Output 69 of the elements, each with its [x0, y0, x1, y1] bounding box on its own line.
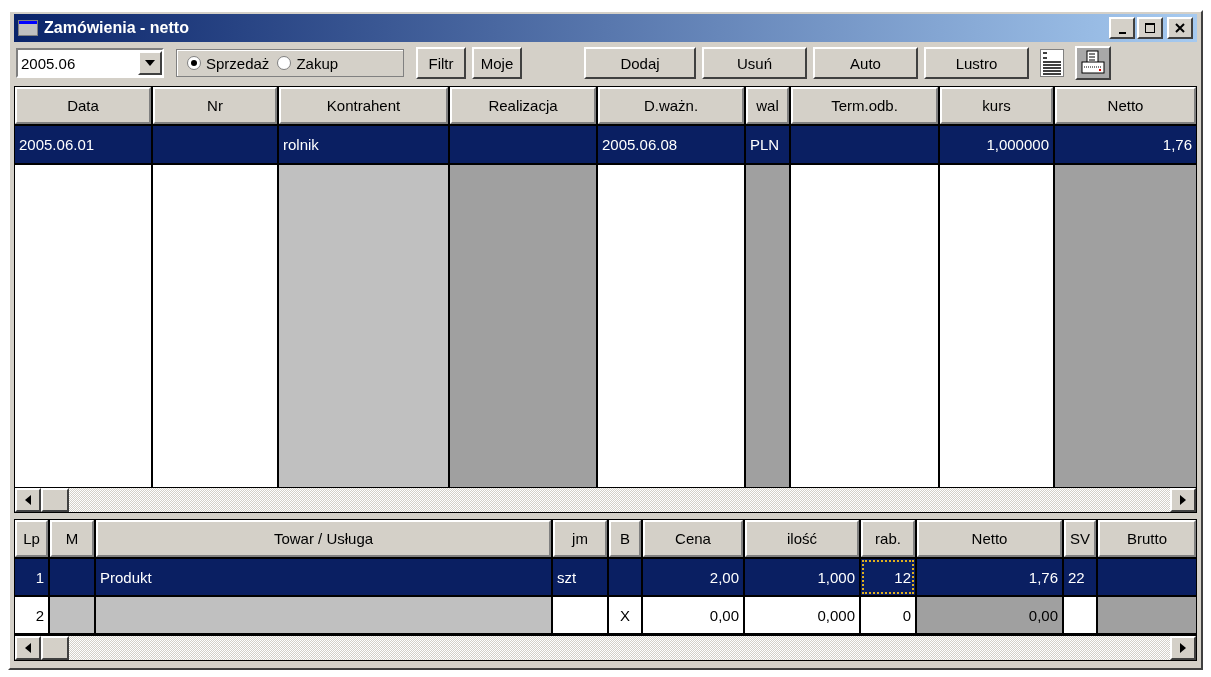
column-header[interactable]: jm: [553, 520, 607, 557]
table-cell: 1,000000: [940, 126, 1053, 163]
scroll-left-icon: [25, 495, 31, 505]
column-header[interactable]: Kontrahent: [279, 87, 448, 124]
table-cell: 0: [861, 597, 915, 633]
column-header[interactable]: Brutto: [1098, 520, 1196, 557]
minimize-icon: [1118, 32, 1126, 34]
filter-button[interactable]: Moje: [472, 47, 522, 79]
column-header[interactable]: Data: [15, 87, 151, 124]
column-header[interactable]: kurs: [940, 87, 1053, 124]
table-cell: X: [609, 597, 641, 633]
table-cell: 0,000: [745, 597, 859, 633]
column-header[interactable]: Towar / Usługa: [96, 520, 551, 557]
column-header[interactable]: Netto: [917, 520, 1062, 557]
scroll-left-icon: [25, 643, 31, 653]
horizontal-scrollbar[interactable]: [14, 636, 1197, 661]
table-cell: Produkt: [96, 559, 551, 595]
printer-icon: [1079, 49, 1107, 77]
table-cell: 22: [1064, 559, 1096, 595]
column-header[interactable]: Term.odb.: [791, 87, 938, 124]
close-button[interactable]: [1167, 17, 1193, 39]
print-button[interactable]: [1075, 46, 1111, 80]
table-cell: 12: [861, 559, 915, 595]
table-cell: 0,00: [917, 597, 1062, 633]
column-header[interactable]: SV: [1064, 520, 1096, 557]
period-dropdown[interactable]: 2005.06: [16, 48, 164, 78]
action-button[interactable]: Dodaj: [584, 47, 696, 79]
column-header[interactable]: Nr: [153, 87, 277, 124]
radio-button[interactable]: [277, 56, 292, 70]
filter-button[interactable]: Filtr: [416, 47, 466, 79]
window-title: Zamówienia - netto: [44, 19, 189, 37]
column-header[interactable]: ilość: [745, 520, 859, 557]
table-cell: 2: [15, 597, 48, 633]
close-icon: [1175, 23, 1185, 33]
scroll-right-icon: [1180, 643, 1186, 653]
minimize-button[interactable]: [1109, 17, 1135, 39]
table-cell: szt: [553, 559, 607, 595]
action-button[interactable]: Auto: [813, 47, 918, 79]
window-icon: [18, 20, 38, 36]
table-cell: 2,00: [643, 559, 743, 595]
column-header[interactable]: D.ważn.: [598, 87, 744, 124]
column-header[interactable]: Realizacja: [450, 87, 596, 124]
table-cell: 2005.06.08: [598, 126, 744, 163]
column-header[interactable]: Netto: [1055, 87, 1196, 124]
table-cell: 0,00: [643, 597, 743, 633]
table-cell: rolnik: [279, 126, 448, 163]
table-cell: 2005.06.01: [15, 126, 151, 163]
maximize-icon: [1145, 23, 1155, 33]
column-header[interactable]: rab.: [861, 520, 915, 557]
radio-button[interactable]: [187, 56, 201, 70]
action-button[interactable]: Lustro: [924, 47, 1029, 79]
column-header[interactable]: M: [50, 520, 94, 557]
column-header[interactable]: Lp: [15, 520, 48, 557]
table-cell: 1,76: [917, 559, 1062, 595]
column-header[interactable]: Cena: [643, 520, 743, 557]
table-cell: 1: [15, 559, 48, 595]
maximize-button[interactable]: [1137, 17, 1163, 39]
table-cell: 1,76: [1055, 126, 1196, 163]
radio-label[interactable]: Sprzedaż: [206, 54, 270, 72]
table-cell: PLN: [746, 126, 789, 163]
horizontal-scrollbar[interactable]: [14, 488, 1197, 513]
list-icon: [1040, 49, 1064, 77]
table-cell: 1,000: [745, 559, 859, 595]
column-header[interactable]: B: [609, 520, 641, 557]
column-header[interactable]: wal: [746, 87, 789, 124]
scroll-right-icon: [1180, 495, 1186, 505]
action-button[interactable]: Usuń: [702, 47, 807, 79]
radio-label[interactable]: Zakup: [296, 54, 339, 72]
dropdown-arrow-icon: [145, 60, 155, 66]
